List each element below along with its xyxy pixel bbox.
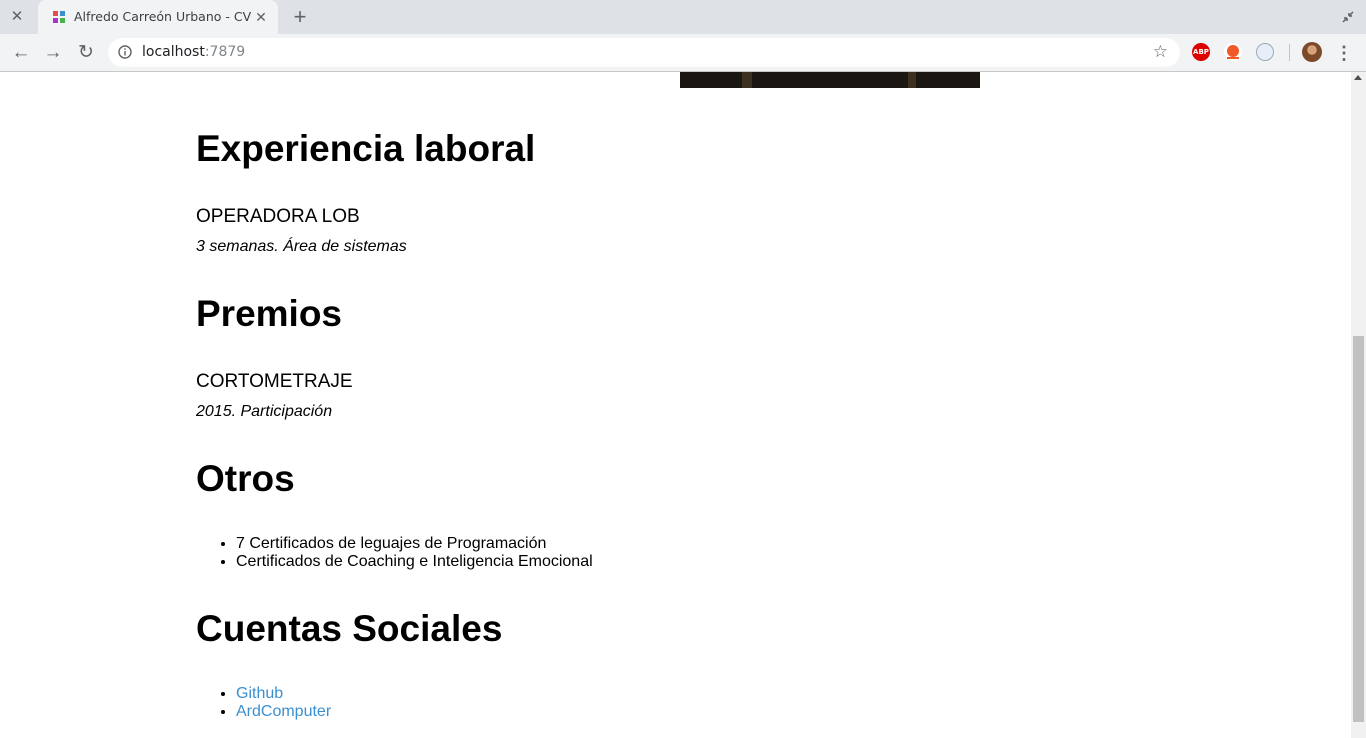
job-detail: 3 semanas. Área de sistemas xyxy=(196,238,407,255)
others-list: 7 Certificados de leguajes de Programaci… xyxy=(196,535,593,571)
tab-title: Alfredo Carreón Urbano - CV xyxy=(74,9,252,24)
tab-strip: ✕ Alfredo Carreón Urbano - CV ✕ + xyxy=(0,0,1366,34)
github-link[interactable]: Github xyxy=(236,685,283,702)
award-detail: 2015. Participación xyxy=(196,403,333,420)
tab-active[interactable]: Alfredo Carreón Urbano - CV ✕ xyxy=(38,0,278,34)
others-heading: Otros xyxy=(196,458,295,499)
scroll-up-icon[interactable] xyxy=(1354,75,1362,80)
awards-heading: Premios xyxy=(196,293,343,334)
url-text: localhost:7879 xyxy=(142,44,245,60)
award-title: CORTOMETRAJE xyxy=(196,371,353,392)
profile-photo xyxy=(680,72,980,88)
extension-logo-icon xyxy=(1227,45,1239,59)
social-list-item: Github xyxy=(236,685,331,703)
experience-heading: Experiencia laboral xyxy=(196,128,536,169)
url-host: localhost xyxy=(142,44,205,60)
page-viewport: Experiencia laboral OPERADORA LOB 3 sema… xyxy=(0,72,1351,738)
forward-arrow-icon[interactable]: → xyxy=(40,40,66,66)
social-list-item: ArdComputer xyxy=(236,703,331,721)
toolbar-divider xyxy=(1289,44,1290,61)
vertical-scrollbar[interactable] xyxy=(1351,72,1366,738)
profile-avatar[interactable] xyxy=(1302,42,1322,62)
ardcomputer-link[interactable]: ArdComputer xyxy=(236,703,331,720)
adblock-extension-icon[interactable]: ABP xyxy=(1192,43,1210,61)
new-tab-icon[interactable]: + xyxy=(288,5,312,29)
page-favicon-icon xyxy=(53,11,65,23)
site-info-icon[interactable] xyxy=(118,45,132,59)
extension-icon[interactable] xyxy=(1224,43,1242,61)
browser-toolbar: ← → ↻ localhost:7879 ☆ ABP ⋮ xyxy=(0,34,1366,72)
scrollbar-thumb[interactable] xyxy=(1353,336,1364,722)
bookmark-star-icon[interactable]: ☆ xyxy=(1153,42,1168,62)
back-arrow-icon[interactable]: ← xyxy=(8,40,34,66)
menu-dots-icon[interactable]: ⋮ xyxy=(1334,42,1354,64)
extension-icon-2[interactable] xyxy=(1256,43,1274,61)
reload-icon[interactable]: ↻ xyxy=(73,40,99,66)
list-item: Certificados de Coaching e Inteligencia … xyxy=(236,553,593,571)
url-port: :7879 xyxy=(204,44,246,60)
list-item: 7 Certificados de leguajes de Programaci… xyxy=(236,535,593,553)
restore-window-icon[interactable] xyxy=(1340,9,1356,25)
job-title: OPERADORA LOB xyxy=(196,206,360,227)
close-icon[interactable]: ✕ xyxy=(8,8,26,26)
address-bar[interactable]: localhost:7879 ☆ xyxy=(108,38,1180,67)
tab-close-icon[interactable]: ✕ xyxy=(252,8,270,26)
social-heading: Cuentas Sociales xyxy=(196,608,503,649)
social-links-list: Github ArdComputer xyxy=(196,685,331,721)
